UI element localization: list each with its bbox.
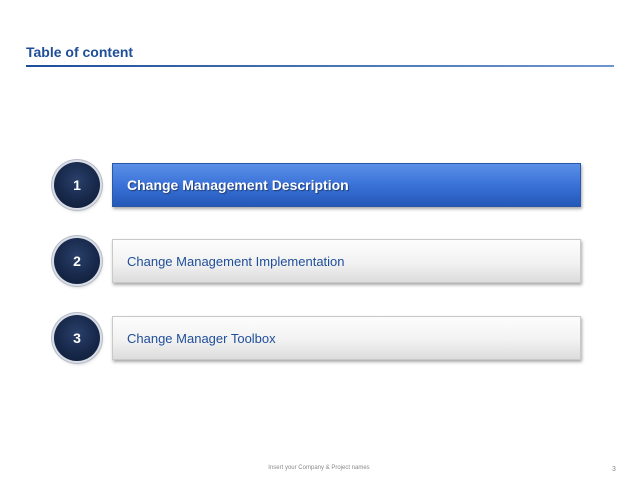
toc-item-1[interactable]: 1 Change Management Description (54, 162, 584, 210)
toc-item-3[interactable]: 3 Change Manager Toolbox (54, 315, 584, 363)
toc-item-box[interactable]: Change Management Implementation (112, 239, 581, 283)
toc-number-badge: 2 (54, 238, 100, 284)
toc-item-label: Change Management Description (127, 177, 349, 193)
toc-number-badge: 3 (54, 315, 100, 361)
toc-item-box-active[interactable]: Change Management Description (112, 163, 581, 207)
toc-item-2[interactable]: 2 Change Management Implementation (54, 238, 584, 286)
page-number: 3 (612, 466, 616, 473)
footer-text: Insert your Company & Project names (268, 465, 370, 471)
toc-number-badge: 1 (54, 162, 100, 208)
toc-item-label: Change Management Implementation (127, 253, 345, 269)
toc-item-label: Change Manager Toolbox (127, 330, 276, 346)
page-title: Table of content (26, 44, 134, 60)
title-divider (26, 65, 614, 67)
toc-item-box[interactable]: Change Manager Toolbox (112, 316, 581, 360)
